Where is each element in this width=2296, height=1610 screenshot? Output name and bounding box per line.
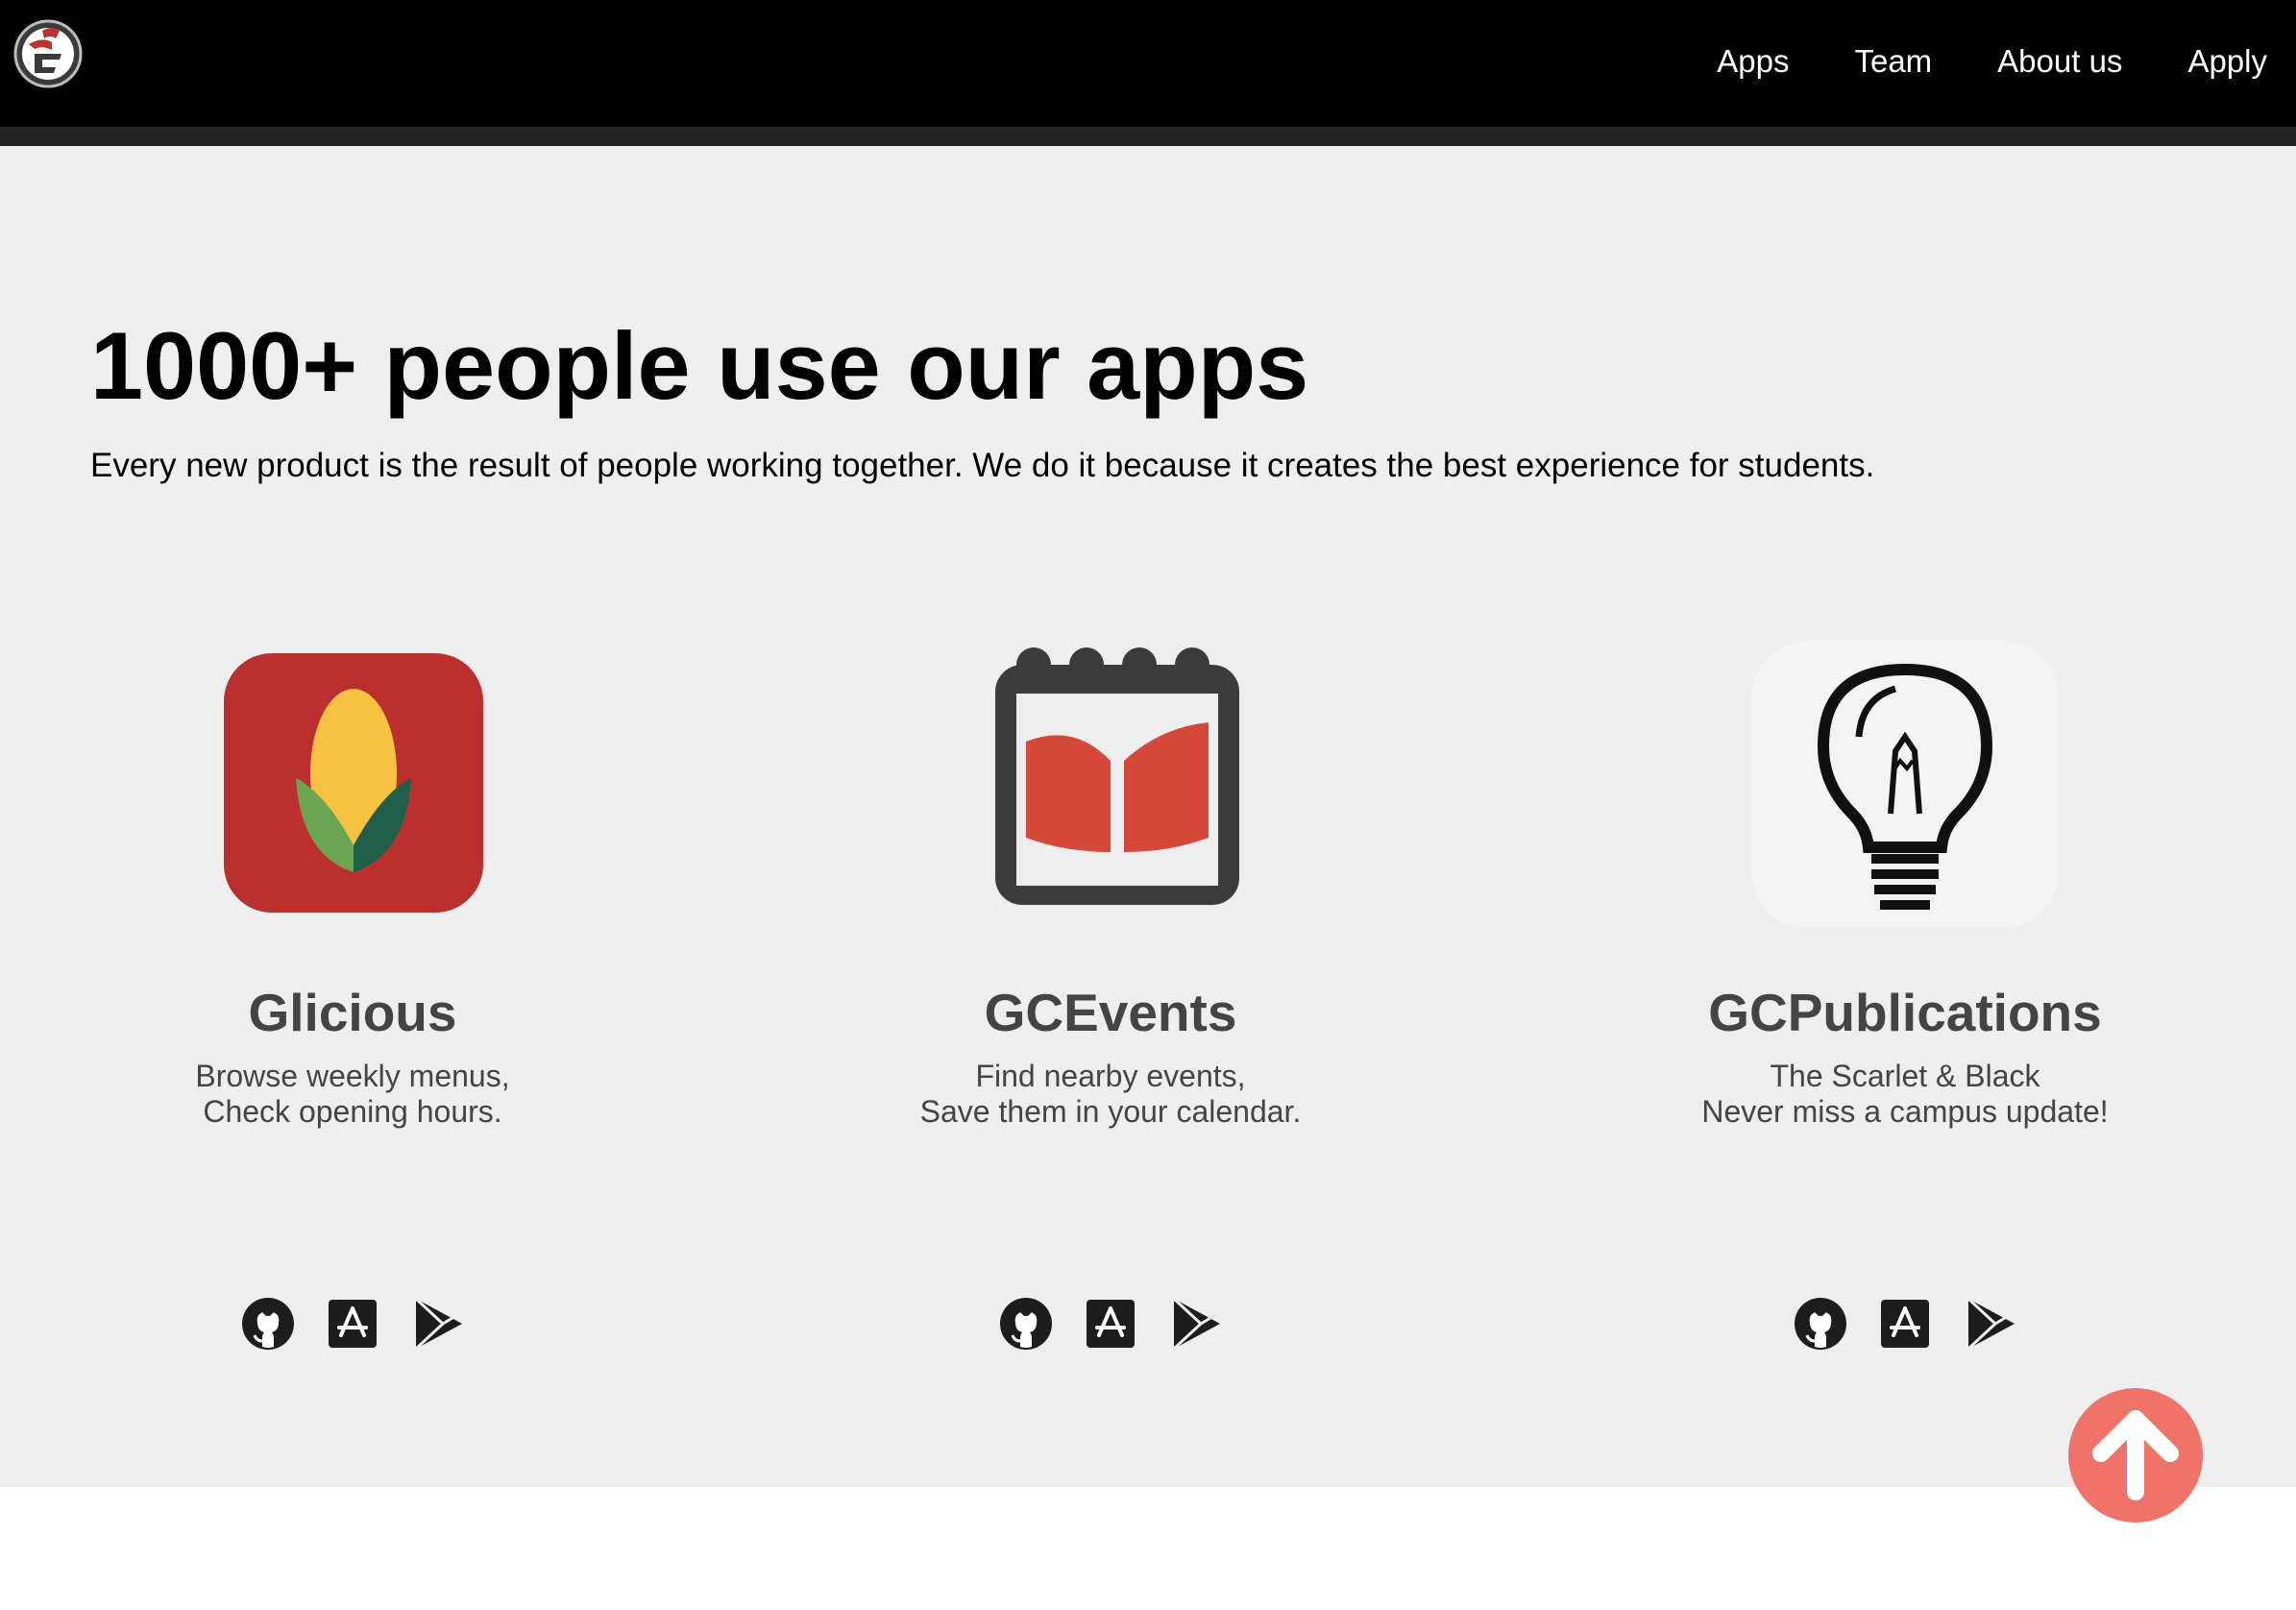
nav-divider	[0, 127, 2296, 146]
app-card-gcpublications: GCPublications The Scarlet & Black Never…	[1569, 146, 2241, 1487]
app-desc-line2: Save them in your calendar.	[919, 1094, 1302, 1129]
gf-logo-icon[interactable]	[13, 19, 83, 88]
store-links	[1569, 1297, 2241, 1354]
nav-link-about-us[interactable]: About us	[1997, 43, 2122, 80]
app-store-icon[interactable]	[1878, 1297, 1932, 1351]
app-description: The Scarlet & Black Never miss a campus …	[1569, 1059, 2241, 1130]
app-name: GCEvents	[984, 983, 1237, 1042]
app-card-glicious: Glicious Browse weekly menus, Check open…	[16, 146, 689, 1487]
corn-icon[interactable]	[224, 653, 483, 913]
app-name: Glicious	[248, 983, 457, 1042]
apps-section: 1000+ people use our apps Every new prod…	[0, 146, 2296, 1487]
store-links	[774, 1297, 1447, 1354]
back-to-top-button[interactable]	[2068, 1388, 2203, 1523]
app-desc-line2: Never miss a campus update!	[1701, 1094, 2109, 1129]
lightbulb-icon[interactable]	[1751, 641, 2059, 929]
app-card-gcevents: GCEvents Find nearby events, Save them i…	[774, 146, 1447, 1487]
play-store-icon[interactable]	[1168, 1297, 1222, 1351]
arrow-up-icon	[2092, 1410, 2179, 1500]
play-store-icon[interactable]	[1963, 1297, 2016, 1351]
main-nav: Apps Team About us Apply	[1651, 0, 2267, 123]
github-icon[interactable]	[999, 1297, 1053, 1351]
app-desc-line1: Browse weekly menus,	[195, 1059, 510, 1093]
app-description: Browse weekly menus, Check opening hours…	[16, 1059, 689, 1130]
github-icon[interactable]	[1794, 1297, 1847, 1351]
app-name: GCPublications	[1708, 983, 2102, 1042]
app-store-icon[interactable]	[1084, 1297, 1137, 1351]
nav-link-apps[interactable]: Apps	[1717, 43, 1789, 80]
play-store-icon[interactable]	[410, 1297, 464, 1351]
calendar-icon[interactable]	[988, 646, 1247, 915]
app-desc-line1: The Scarlet & Black	[1770, 1059, 2040, 1093]
app-desc-line2: Check opening hours.	[203, 1094, 502, 1129]
top-nav-bar: Apps Team About us Apply	[0, 0, 2296, 127]
nav-link-team[interactable]: Team	[1854, 43, 1932, 80]
github-icon[interactable]	[241, 1297, 295, 1351]
nav-link-apply[interactable]: Apply	[2187, 43, 2267, 80]
store-links	[16, 1297, 689, 1354]
app-desc-line1: Find nearby events,	[975, 1059, 1246, 1093]
app-description: Find nearby events, Save them in your ca…	[774, 1059, 1447, 1130]
app-store-icon[interactable]	[326, 1297, 379, 1351]
